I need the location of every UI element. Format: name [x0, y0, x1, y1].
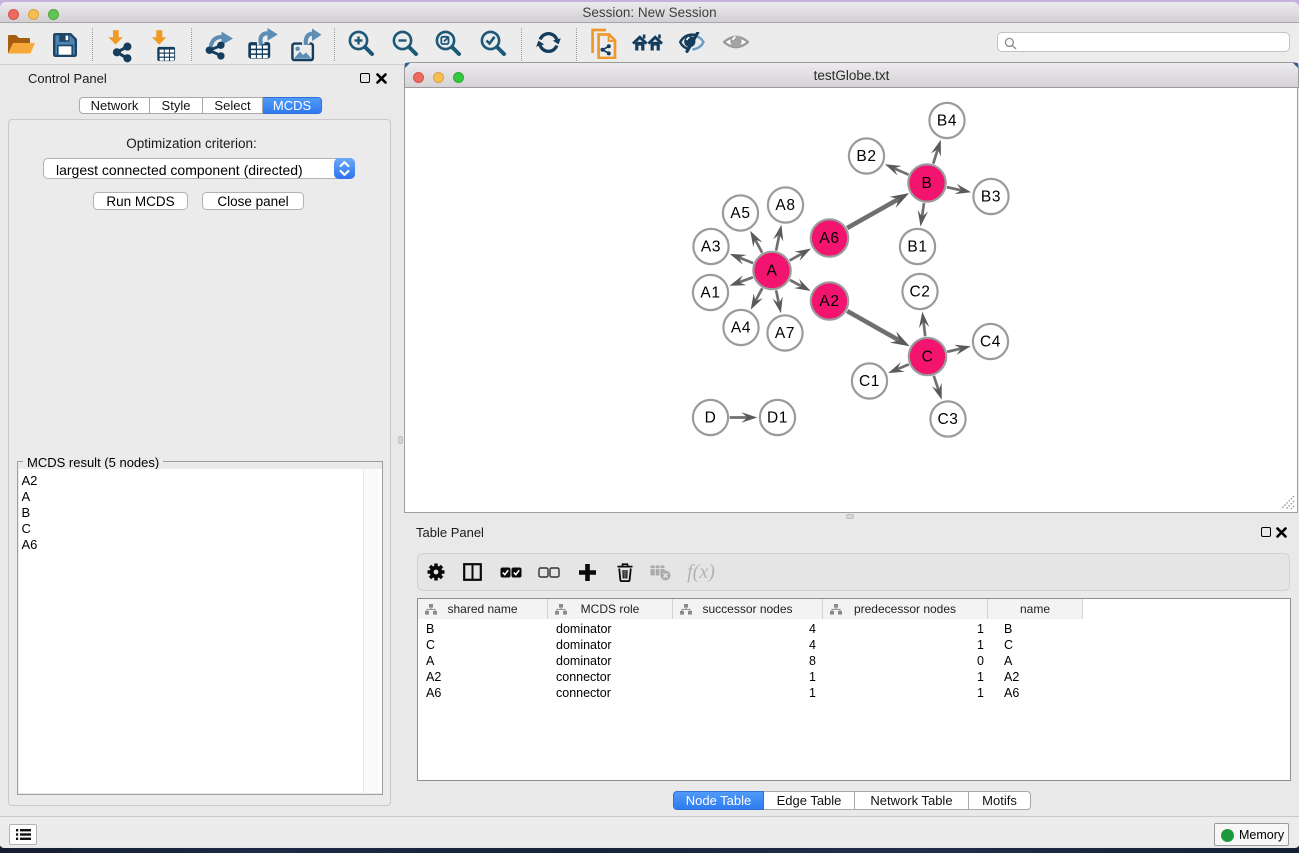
svg-text:A4: A4 [731, 320, 751, 337]
svg-text:B3: B3 [981, 189, 1001, 206]
svg-text:A8: A8 [775, 197, 795, 214]
svg-text:A6: A6 [819, 230, 839, 247]
svg-text:C4: C4 [980, 334, 1001, 351]
svg-text:A2: A2 [819, 293, 839, 310]
svg-text:A3: A3 [701, 239, 721, 256]
svg-text:B: B [922, 175, 933, 192]
svg-text:D1: D1 [767, 410, 788, 427]
svg-text:A7: A7 [775, 325, 795, 342]
svg-text:B1: B1 [907, 239, 927, 256]
svg-text:D: D [705, 410, 717, 427]
svg-text:C2: C2 [909, 284, 930, 301]
svg-text:C3: C3 [937, 411, 958, 428]
svg-text:A: A [767, 263, 778, 280]
svg-text:C: C [922, 349, 934, 366]
svg-text:B4: B4 [937, 113, 957, 130]
svg-text:A1: A1 [700, 285, 720, 302]
svg-text:C1: C1 [859, 373, 880, 390]
svg-text:B2: B2 [856, 148, 876, 165]
svg-text:A5: A5 [730, 205, 750, 222]
